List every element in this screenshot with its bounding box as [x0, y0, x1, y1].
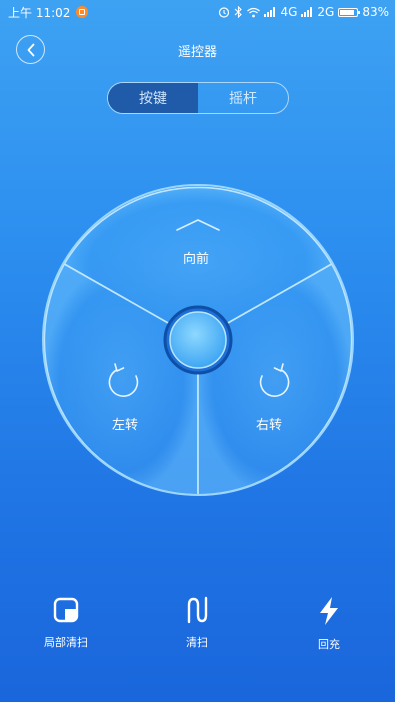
recharge-label: 回充 — [318, 638, 340, 651]
forward-label: 向前 — [182, 252, 209, 267]
bluetooth-icon — [235, 6, 243, 18]
spot-clean-icon — [53, 597, 79, 623]
recharge-icon — [320, 597, 338, 625]
turn-right-label: 右转 — [255, 418, 282, 433]
tab-buttons[interactable]: 按键 — [108, 83, 198, 113]
spot-clean-label: 局部清扫 — [44, 636, 88, 649]
app-notification-icon — [76, 6, 89, 18]
pad-graphic — [42, 184, 354, 496]
recharge-button[interactable]: 回充 — [289, 596, 369, 652]
turn-left-label: 左转 — [111, 418, 138, 433]
battery-icon — [338, 7, 361, 17]
tab-joystick[interactable]: 摇杆 — [198, 83, 288, 113]
mode-tabs: 按键 摇杆 — [107, 82, 289, 114]
clean-icon — [187, 596, 208, 624]
page-title: 遥控器 — [177, 45, 217, 60]
network-type-2: 2G — [317, 5, 335, 19]
clean-label: 清扫 — [186, 636, 208, 649]
spot-clean-button[interactable]: 局部清扫 — [26, 596, 106, 650]
status-bar: 上午 11:02 4G 2G 83% — [0, 0, 395, 24]
clean-button[interactable]: 清扫 — [157, 596, 237, 650]
signal-icon — [264, 7, 276, 17]
wifi-icon — [247, 7, 261, 17]
status-time: 上午 11:02 — [8, 5, 71, 20]
battery-percent: 83% — [362, 5, 389, 19]
alarm-icon — [219, 7, 230, 18]
signal-icon-2 — [301, 7, 313, 17]
direction-pad: 向前 左转 右转 — [40, 182, 356, 498]
network-type: 4G — [280, 5, 298, 19]
